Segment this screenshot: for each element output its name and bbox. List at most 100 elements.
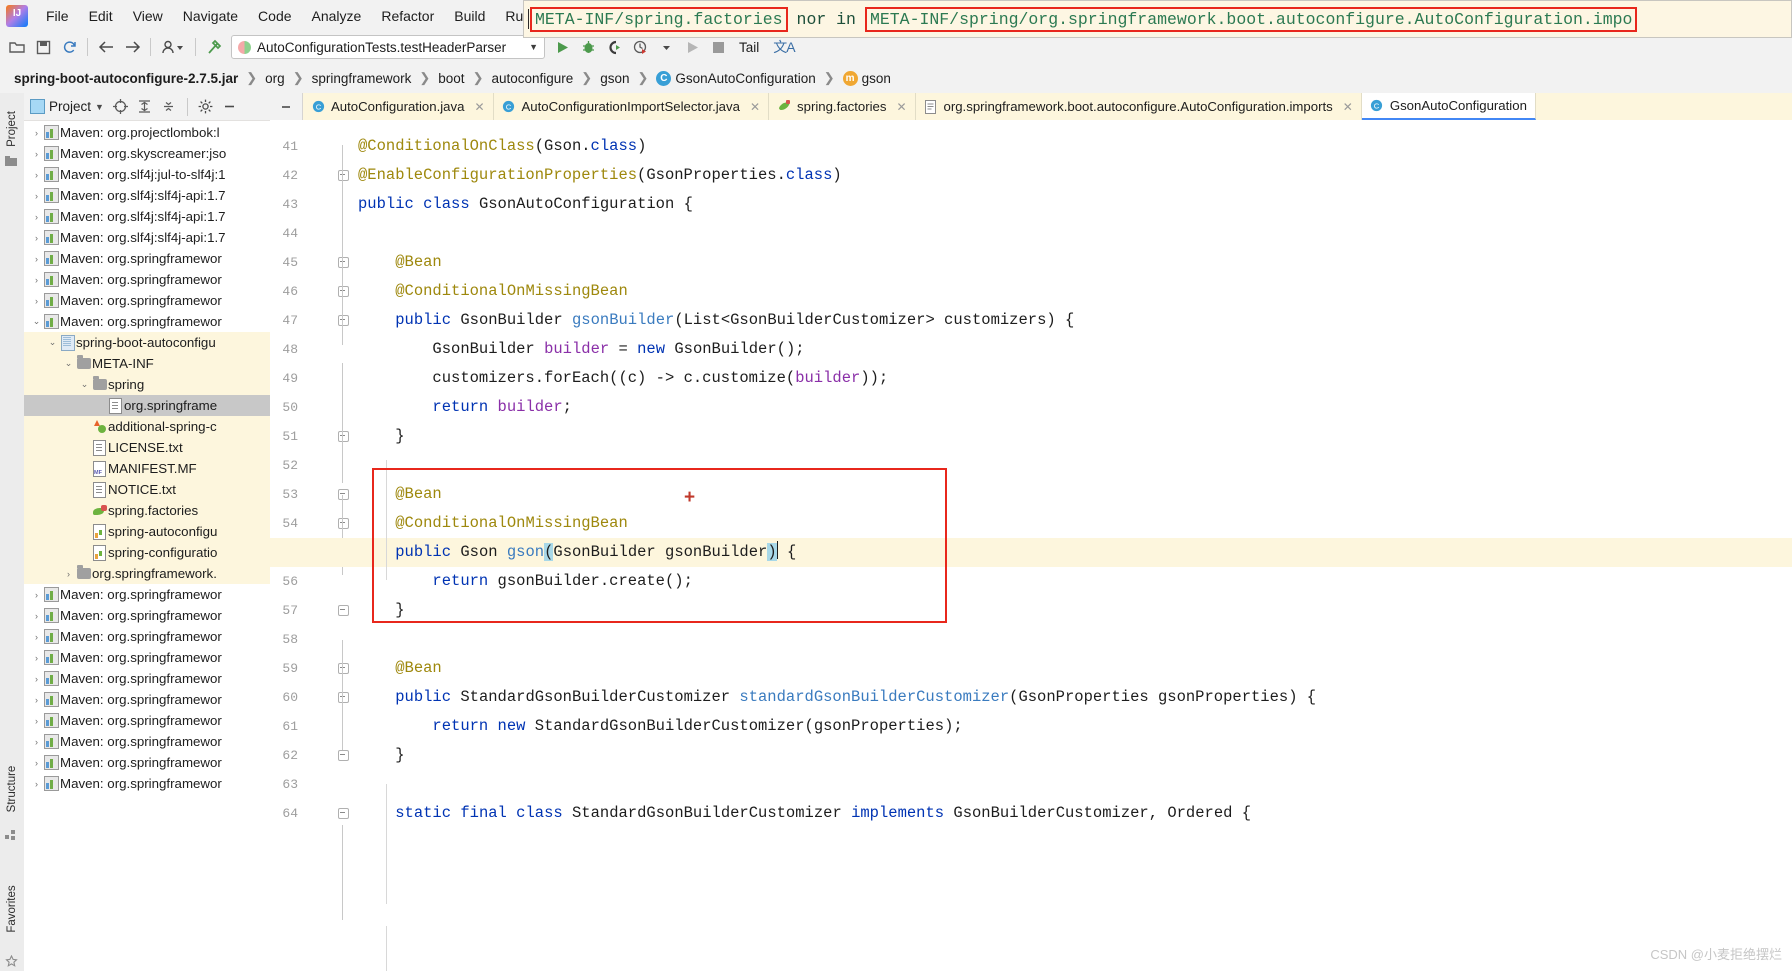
tree-node[interactable]: › Maven: org.springframewor	[24, 605, 270, 626]
code-fold-icon[interactable]	[338, 170, 349, 181]
profiler-dropdown-icon[interactable]	[653, 35, 679, 59]
tree-disclosure-icon[interactable]: ⌄	[30, 316, 43, 327]
tree-node[interactable]: › Maven: org.springframewor	[24, 668, 270, 689]
tree-node[interactable]: spring.factories	[24, 500, 270, 521]
code-fold-icon[interactable]	[338, 431, 349, 442]
hide-panel-icon[interactable]	[219, 97, 241, 117]
menu-refactor[interactable]: Refactor	[371, 5, 444, 27]
tree-node[interactable]: › Maven: org.slf4j:slf4j-api:1.7	[24, 185, 270, 206]
navigate-back-icon[interactable]	[93, 35, 119, 59]
tree-node[interactable]: ⌄ spring-boot-autoconfigu	[24, 332, 270, 353]
tree-node[interactable]: › Maven: org.springframewor	[24, 290, 270, 311]
menu-navigate[interactable]: Navigate	[173, 5, 248, 27]
tree-disclosure-icon[interactable]: ›	[30, 632, 43, 642]
build-hammer-icon[interactable]	[201, 35, 227, 59]
navigate-forward-icon[interactable]	[119, 35, 145, 59]
tree-node[interactable]: › Maven: org.springframewor	[24, 248, 270, 269]
translate-icon[interactable]: 文A	[767, 37, 800, 57]
tree-disclosure-icon[interactable]: ›	[62, 569, 75, 579]
code-fold-icon[interactable]	[338, 692, 349, 703]
tab-list-button[interactable]	[270, 93, 303, 120]
tree-disclosure-icon[interactable]: ›	[30, 590, 43, 600]
breadcrumb-item-gson-pkg[interactable]: gson	[596, 70, 633, 87]
code-fold-icon[interactable]	[338, 663, 349, 674]
tree-node[interactable]: › Maven: org.springframewor	[24, 626, 270, 647]
tree-disclosure-icon[interactable]: ›	[30, 695, 43, 705]
tree-node[interactable]: › Maven: org.springframewor	[24, 269, 270, 290]
breadcrumb-item-boot[interactable]: boot	[434, 70, 468, 87]
tree-node[interactable]: › Maven: org.projectlombok:l	[24, 122, 270, 143]
tree-node[interactable]: › org.springframework.	[24, 563, 270, 584]
tree-disclosure-icon[interactable]: ›	[30, 674, 43, 684]
tree-disclosure-icon[interactable]: ›	[30, 149, 43, 159]
project-stripe-icon[interactable]	[5, 155, 18, 168]
favorites-stripe-icon[interactable]	[5, 955, 18, 968]
tab-spring-factories[interactable]: spring.factories ✕	[769, 93, 916, 120]
close-icon[interactable]: ✕	[750, 100, 760, 114]
tree-disclosure-icon[interactable]: ›	[30, 653, 43, 663]
tree-node[interactable]: › Maven: org.springframewor	[24, 689, 270, 710]
breadcrumb-item-springframework[interactable]: springframework	[308, 70, 416, 87]
code-fold-icon[interactable]	[338, 489, 349, 500]
tree-node[interactable]: NOTICE.txt	[24, 479, 270, 500]
tree-node[interactable]: ⌄ spring	[24, 374, 270, 395]
tree-disclosure-icon[interactable]: ⌄	[78, 379, 91, 390]
tree-node[interactable]: › Maven: org.slf4j:slf4j-api:1.7	[24, 227, 270, 248]
tree-disclosure-icon[interactable]: ›	[30, 191, 43, 201]
menu-file[interactable]: File	[36, 5, 79, 27]
tab-autoconfiguration-java[interactable]: C AutoConfiguration.java ✕	[303, 93, 494, 120]
tree-node[interactable]: › Maven: org.springframewor	[24, 710, 270, 731]
close-icon[interactable]: ✕	[896, 100, 906, 114]
code-fold-icon[interactable]	[338, 808, 349, 819]
stripe-structure-label[interactable]: Structure	[6, 763, 18, 815]
menu-view[interactable]: View	[123, 5, 173, 27]
tree-disclosure-icon[interactable]: ⌄	[62, 358, 75, 369]
tree-disclosure-icon[interactable]: ›	[30, 128, 43, 138]
code-content[interactable]: @ConditionalOnClass(Gson.class) @EnableCo…	[358, 120, 1792, 971]
breadcrumb-item-jar[interactable]: spring-boot-autoconfigure-2.7.5.jar	[10, 70, 242, 87]
tree-node[interactable]: additional-spring-c	[24, 416, 270, 437]
run-configuration-selector[interactable]: AutoConfigurationTests.testHeaderParser …	[231, 35, 545, 59]
menu-analyze[interactable]: Analyze	[302, 5, 372, 27]
tree-disclosure-icon[interactable]: ›	[30, 779, 43, 789]
tree-node[interactable]: LICENSE.txt	[24, 437, 270, 458]
tree-node[interactable]: spring-autoconfigu	[24, 521, 270, 542]
tail-button[interactable]: Tail	[731, 38, 767, 57]
code-fold-icon[interactable]	[338, 286, 349, 297]
tree-disclosure-icon[interactable]: ›	[30, 611, 43, 621]
tree-node[interactable]: spring-configuratio	[24, 542, 270, 563]
tab-gsonautoconfiguration[interactable]: C GsonAutoConfiguration	[1361, 93, 1536, 120]
close-icon[interactable]: ✕	[1343, 100, 1353, 114]
vcs-update-icon[interactable]	[156, 35, 190, 59]
open-folder-icon[interactable]	[4, 35, 30, 59]
tree-node[interactable]: › Maven: org.springframewor	[24, 584, 270, 605]
breadcrumb-item-method[interactable]: m gson	[839, 70, 895, 87]
tree-node[interactable]: › Maven: org.skyscreamer:jso	[24, 143, 270, 164]
stop-button[interactable]	[705, 35, 731, 59]
tree-disclosure-icon[interactable]: ›	[30, 716, 43, 726]
collapse-all-icon[interactable]	[158, 97, 180, 117]
tree-node[interactable]: › Maven: org.springframewor	[24, 731, 270, 752]
project-panel-title-group[interactable]: Project ▼	[30, 99, 108, 114]
tree-disclosure-icon[interactable]: ›	[30, 170, 43, 180]
code-fold-icon[interactable]	[338, 518, 349, 529]
tree-node[interactable]: › Maven: org.springframewor	[24, 752, 270, 773]
code-fold-icon[interactable]	[338, 750, 349, 761]
tree-disclosure-icon[interactable]: ›	[30, 737, 43, 747]
tree-node[interactable]: ⌄ META-INF	[24, 353, 270, 374]
project-tree[interactable]: › Maven: org.projectlombok:l › Maven: org.s…	[24, 120, 270, 971]
save-all-icon[interactable]	[30, 35, 56, 59]
tree-disclosure-icon[interactable]: ›	[30, 254, 43, 264]
sync-refresh-icon[interactable]	[56, 35, 82, 59]
tree-node[interactable]: MANIFEST.MF	[24, 458, 270, 479]
tab-autoconfiguration-imports[interactable]: org.springframework.boot.autoconfigure.A…	[915, 93, 1362, 120]
tree-node[interactable]: org.springframe	[24, 395, 270, 416]
gear-icon[interactable]	[195, 97, 217, 117]
tab-autoconfigurationimportselector-java[interactable]: C AutoConfigurationImportSelector.java ✕	[493, 93, 770, 120]
tree-node[interactable]: ⌄ Maven: org.springframewor	[24, 311, 270, 332]
stripe-favorites-label[interactable]: Favorites	[6, 883, 18, 935]
tree-disclosure-icon[interactable]: ›	[30, 275, 43, 285]
debug-button[interactable]	[575, 35, 601, 59]
profiler-icon[interactable]	[627, 35, 653, 59]
menu-build[interactable]: Build	[444, 5, 495, 27]
